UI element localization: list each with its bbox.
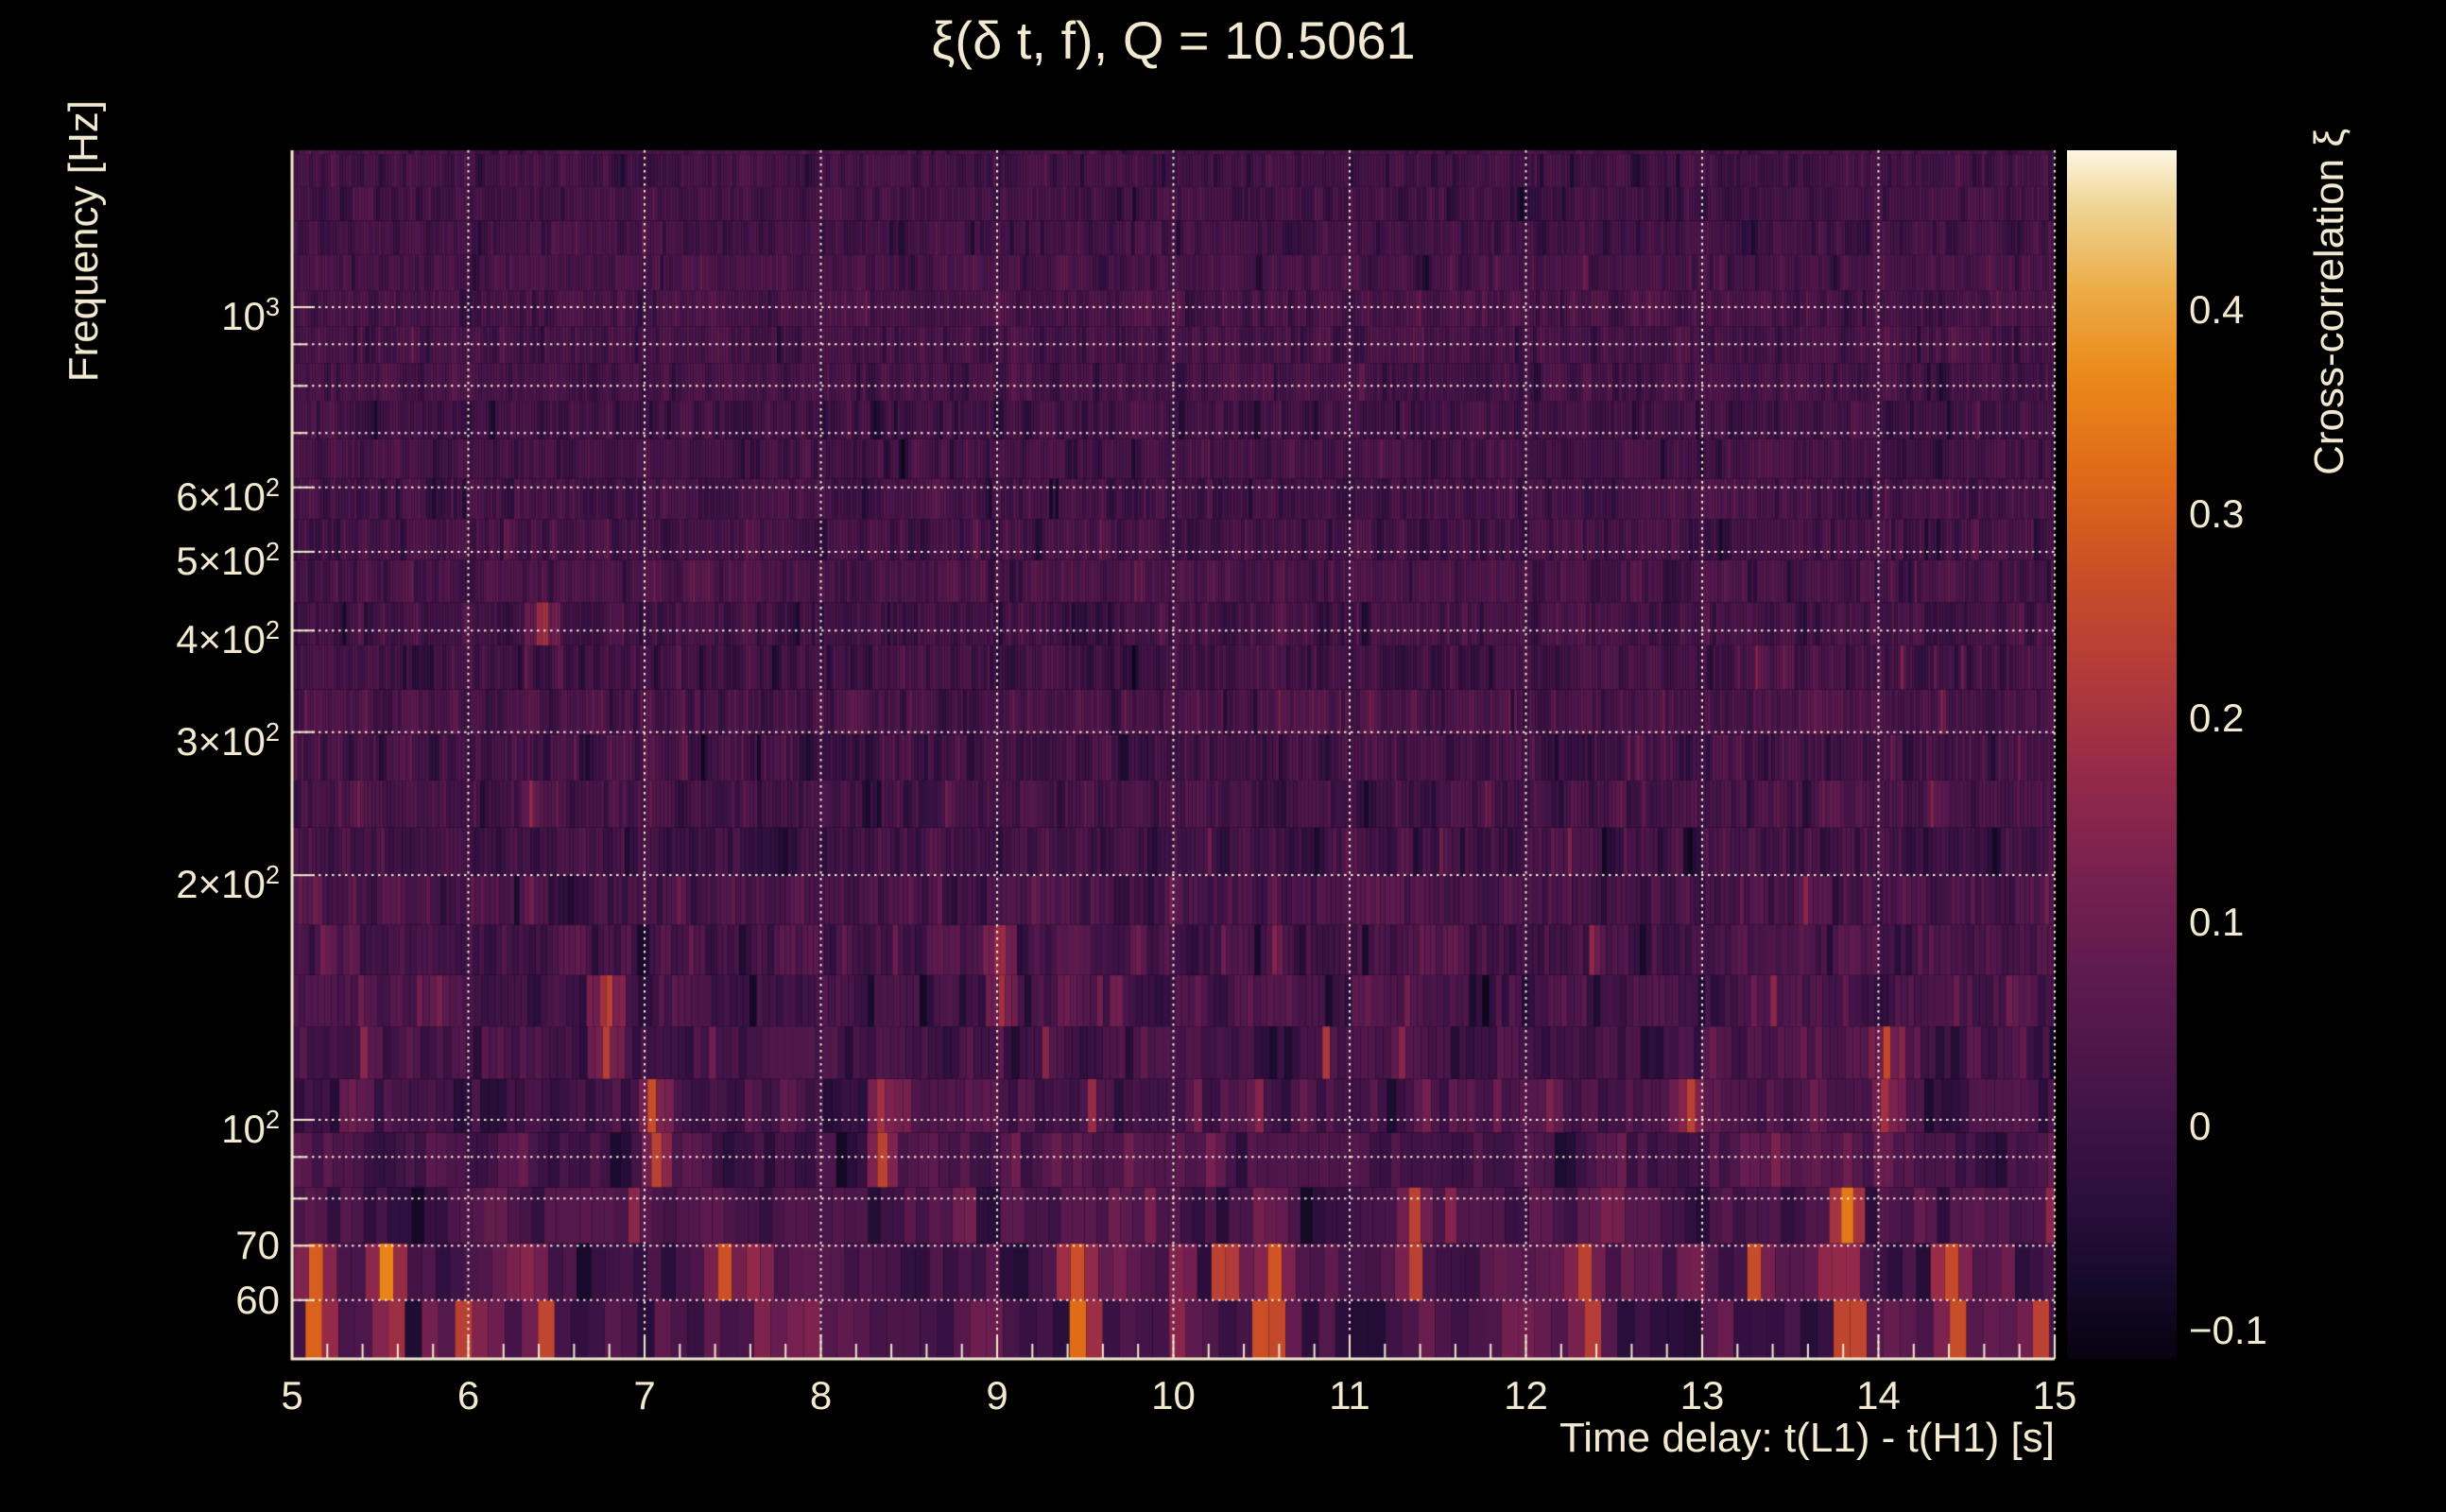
colorbar-tick-label: 0.3 — [2189, 490, 2245, 536]
x-tick-label: 14 — [1856, 1373, 1901, 1418]
y-tick-label: 5×102 — [176, 536, 280, 583]
colorbar-tick-label: 0.4 — [2189, 286, 2245, 332]
y-tick-label: 60 — [235, 1277, 280, 1322]
x-tick-label: 13 — [1679, 1373, 1725, 1418]
y-tick-label: 3×102 — [176, 716, 280, 764]
x-tick-label: 7 — [633, 1373, 656, 1418]
colorbar-tick-label: 0.2 — [2189, 695, 2245, 740]
x-tick-label: 11 — [1329, 1373, 1370, 1418]
x-tick-label: 10 — [1151, 1373, 1196, 1418]
x-axis-title: Time delay: t(L1) - t(H1) [s] — [1559, 1415, 2055, 1461]
x-tick-label: 12 — [1504, 1373, 1548, 1418]
chart-title: ξ(δ t, f), Q = 10.5061 — [931, 10, 1416, 70]
colorbar-tick-label: −0.1 — [2189, 1307, 2267, 1352]
colorbar-gradient — [2067, 150, 2177, 1359]
y-tick-label: 4×102 — [176, 615, 280, 662]
y-tick-label: 2×102 — [176, 860, 280, 907]
colorbar-tick-label: 0.1 — [2189, 899, 2245, 944]
x-tick-label: 15 — [2032, 1373, 2077, 1418]
x-tick-label: 6 — [456, 1373, 480, 1418]
y-tick-label: 103 — [221, 292, 280, 338]
x-tick-label: 8 — [809, 1373, 833, 1418]
colorbar-tick-label: 0 — [2189, 1103, 2212, 1148]
y-tick-label: 70 — [235, 1223, 280, 1268]
y-tick-label: 6×102 — [176, 472, 280, 519]
x-tick-label: 5 — [281, 1373, 303, 1418]
x-tick-label: 9 — [986, 1373, 1008, 1418]
y-tick-label: 102 — [221, 1105, 280, 1151]
figure-canvas: ξ(δ t, f), Q = 10.5061 Frequency [Hz] Ti… — [0, 0, 2446, 1512]
